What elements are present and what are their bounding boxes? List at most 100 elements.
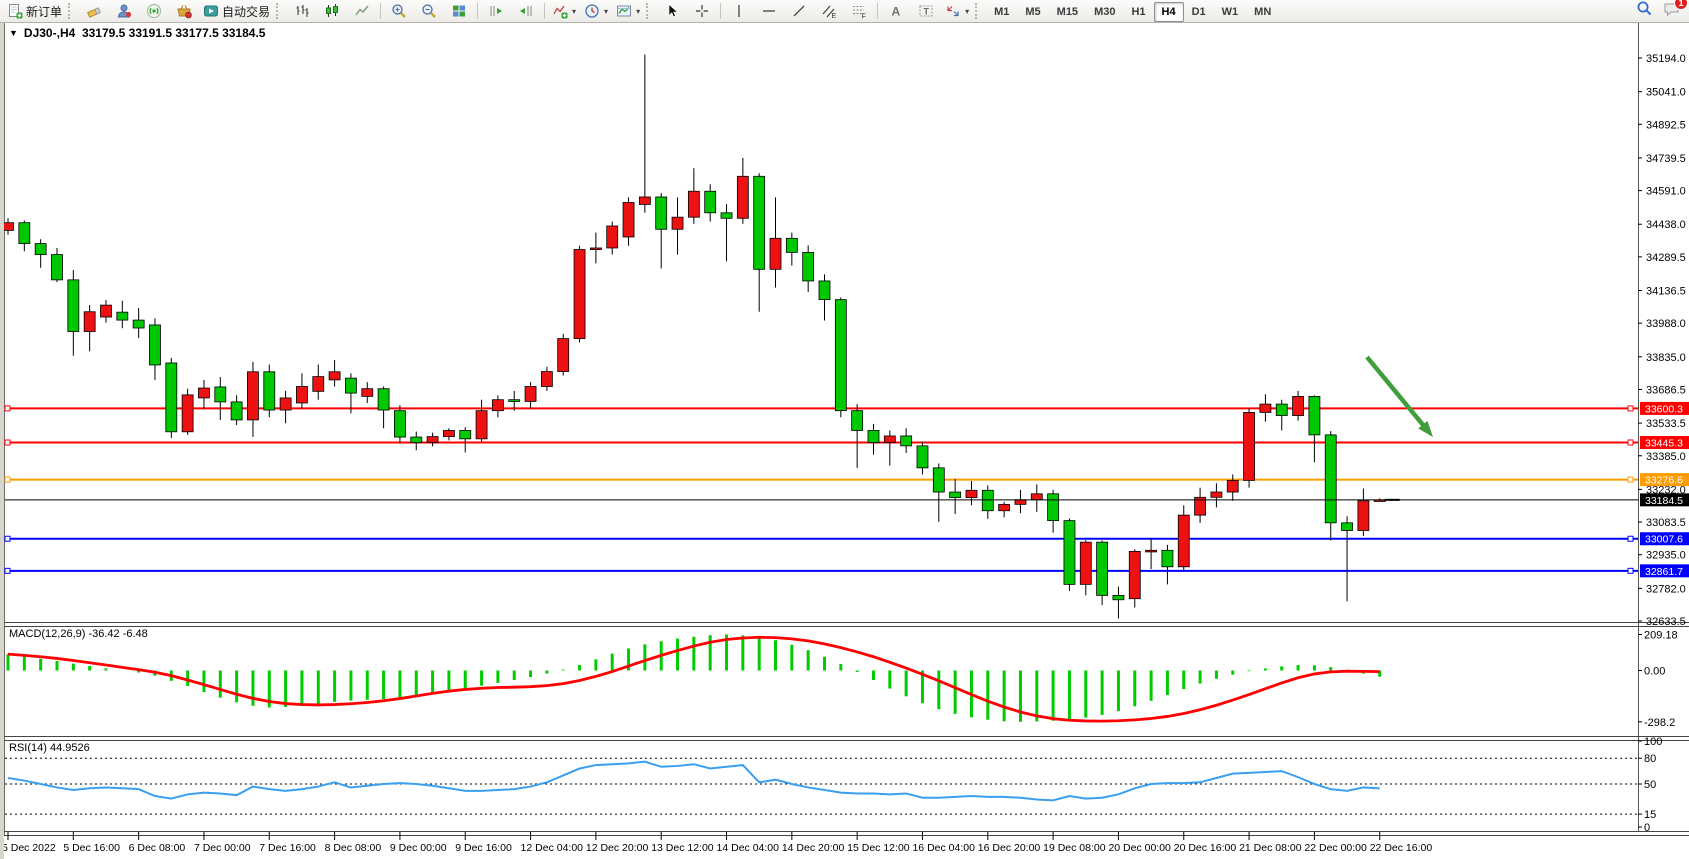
autotrading-button[interactable]: 自动交易 bbox=[199, 0, 274, 22]
periods-button[interactable]: ▾ bbox=[580, 0, 612, 22]
signals-button[interactable] bbox=[139, 0, 169, 22]
chart-shift-button[interactable] bbox=[511, 0, 541, 22]
svg-text:12 Dec 20:00: 12 Dec 20:00 bbox=[586, 842, 649, 854]
timeframe-H1[interactable]: H1 bbox=[1123, 2, 1153, 22]
svg-text:22 Dec 16:00: 22 Dec 16:00 bbox=[1370, 842, 1433, 854]
bar-chart-button[interactable] bbox=[287, 0, 317, 22]
svg-text:5 Dec 16:00: 5 Dec 16:00 bbox=[63, 842, 120, 854]
price-line-33276.6[interactable]: 33276.6 bbox=[5, 473, 1689, 487]
tile-windows-button[interactable] bbox=[444, 0, 474, 22]
channel-button[interactable]: E bbox=[814, 0, 844, 22]
cursor-button[interactable] bbox=[657, 0, 687, 22]
arrows-icon bbox=[945, 3, 961, 19]
svg-text:34136.5: 34136.5 bbox=[1646, 286, 1686, 298]
templates-button[interactable]: ▾ bbox=[612, 0, 644, 22]
new-order-button[interactable]: 新订单 bbox=[3, 0, 66, 22]
periods-icon bbox=[584, 3, 600, 19]
toolbar-separator bbox=[380, 3, 381, 19]
svg-text:34289.5: 34289.5 bbox=[1646, 252, 1686, 264]
chat-badge: 1 bbox=[1674, 0, 1688, 10]
svg-text:32782.0: 32782.0 bbox=[1646, 583, 1686, 595]
svg-text:T: T bbox=[924, 7, 930, 17]
trendline-button[interactable] bbox=[784, 0, 814, 22]
arrows-caret: ▾ bbox=[965, 7, 969, 16]
toolbar-grip bbox=[975, 3, 983, 19]
svg-text:7 Dec 00:00: 7 Dec 00:00 bbox=[194, 842, 251, 854]
market-icon bbox=[176, 3, 192, 19]
timeframe-W1[interactable]: W1 bbox=[1214, 2, 1247, 22]
svg-text:22 Dec 00:00: 22 Dec 00:00 bbox=[1304, 842, 1367, 854]
svg-text:-298.2: -298.2 bbox=[1644, 717, 1675, 729]
price-line-32861.7[interactable]: 32861.7 bbox=[5, 564, 1689, 578]
chat-button[interactable]: 1 bbox=[1663, 1, 1681, 22]
svg-text:9 Dec 16:00: 9 Dec 16:00 bbox=[455, 842, 512, 854]
zoom-out-button[interactable] bbox=[414, 0, 444, 22]
toolbar-grip bbox=[68, 3, 76, 19]
autoscroll-button[interactable] bbox=[481, 0, 511, 22]
price-chart[interactable]: 35194.035041.034892.534739.534591.034438… bbox=[0, 0, 1689, 859]
text-button[interactable]: A bbox=[881, 0, 911, 22]
toolbar-right: 1 bbox=[1636, 0, 1689, 22]
tile-windows-icon bbox=[451, 3, 467, 19]
timeframe-M1[interactable]: M1 bbox=[986, 2, 1017, 22]
svg-text:F: F bbox=[862, 14, 866, 20]
new-order-icon bbox=[7, 3, 23, 19]
macd-pane: 209.180.00-298.2 bbox=[8, 630, 1678, 729]
crosshair-button[interactable] bbox=[687, 0, 717, 22]
periods-caret: ▾ bbox=[604, 7, 608, 16]
bar-chart-icon bbox=[294, 3, 310, 19]
svg-text:14 Dec 20:00: 14 Dec 20:00 bbox=[782, 842, 845, 854]
line-chart-button[interactable] bbox=[347, 0, 377, 22]
templates-caret: ▾ bbox=[636, 7, 640, 16]
svg-text:32935.0: 32935.0 bbox=[1646, 550, 1686, 562]
svg-text:33600.3: 33600.3 bbox=[1645, 403, 1683, 415]
svg-text:20 Dec 00:00: 20 Dec 00:00 bbox=[1108, 842, 1171, 854]
styler-button[interactable] bbox=[79, 0, 109, 22]
price-line-33007.6[interactable]: 33007.6 bbox=[5, 532, 1689, 546]
price-line-33445.3[interactable]: 33445.3 bbox=[5, 436, 1689, 450]
arrows-button[interactable]: ▾ bbox=[941, 0, 973, 22]
svg-text:33385.0: 33385.0 bbox=[1646, 451, 1686, 463]
annotation-arrow[interactable] bbox=[1367, 357, 1433, 437]
profile-icon bbox=[116, 3, 132, 19]
zoom-in-button[interactable] bbox=[384, 0, 414, 22]
timeframe-M5[interactable]: M5 bbox=[1017, 2, 1048, 22]
line-chart-icon bbox=[354, 3, 370, 19]
svg-text:5 Dec 2022: 5 Dec 2022 bbox=[2, 842, 56, 854]
market-button[interactable] bbox=[169, 0, 199, 22]
timeframe-MN[interactable]: MN bbox=[1246, 2, 1279, 22]
candlestick-button[interactable] bbox=[317, 0, 347, 22]
templates-icon bbox=[616, 3, 632, 19]
macd-label: MACD(12,26,9) -36.42 -6.48 bbox=[9, 628, 148, 640]
toolbar-separator bbox=[544, 3, 545, 19]
vertical-line-button[interactable] bbox=[724, 0, 754, 22]
one-click-expand-icon[interactable]: ▼ bbox=[9, 28, 18, 38]
timeframe-H4[interactable]: H4 bbox=[1154, 2, 1184, 22]
svg-text:8 Dec 08:00: 8 Dec 08:00 bbox=[325, 842, 382, 854]
profile-button[interactable] bbox=[109, 0, 139, 22]
fibonacci-button[interactable]: F bbox=[844, 0, 874, 22]
crosshair-icon bbox=[694, 3, 710, 19]
timeframe-M15[interactable]: M15 bbox=[1049, 2, 1086, 22]
search-button[interactable] bbox=[1636, 0, 1653, 22]
svg-text:0: 0 bbox=[1644, 822, 1650, 834]
vertical-line-icon bbox=[731, 3, 747, 19]
toolbar-grip bbox=[646, 3, 654, 19]
zoom-out-icon bbox=[421, 3, 437, 19]
cursor-icon bbox=[664, 3, 680, 19]
autoscroll-icon bbox=[488, 3, 504, 19]
toolbar-grip bbox=[276, 3, 284, 19]
rsi-label: RSI(14) 44.9526 bbox=[9, 742, 90, 754]
text-label-button[interactable]: T bbox=[911, 0, 941, 22]
text-label-icon: T bbox=[918, 3, 934, 19]
svg-text:33835.0: 33835.0 bbox=[1646, 352, 1686, 364]
indicators-caret: ▾ bbox=[572, 7, 576, 16]
zoom-in-icon bbox=[391, 3, 407, 19]
timeframe-D1[interactable]: D1 bbox=[1184, 2, 1214, 22]
indicators-button[interactable]: ▾ bbox=[548, 0, 580, 22]
svg-text:34591.0: 34591.0 bbox=[1646, 186, 1686, 198]
timeframe-M30[interactable]: M30 bbox=[1086, 2, 1123, 22]
svg-text:33445.3: 33445.3 bbox=[1645, 438, 1683, 450]
horizontal-line-button[interactable] bbox=[754, 0, 784, 22]
svg-text:33988.0: 33988.0 bbox=[1646, 318, 1686, 330]
